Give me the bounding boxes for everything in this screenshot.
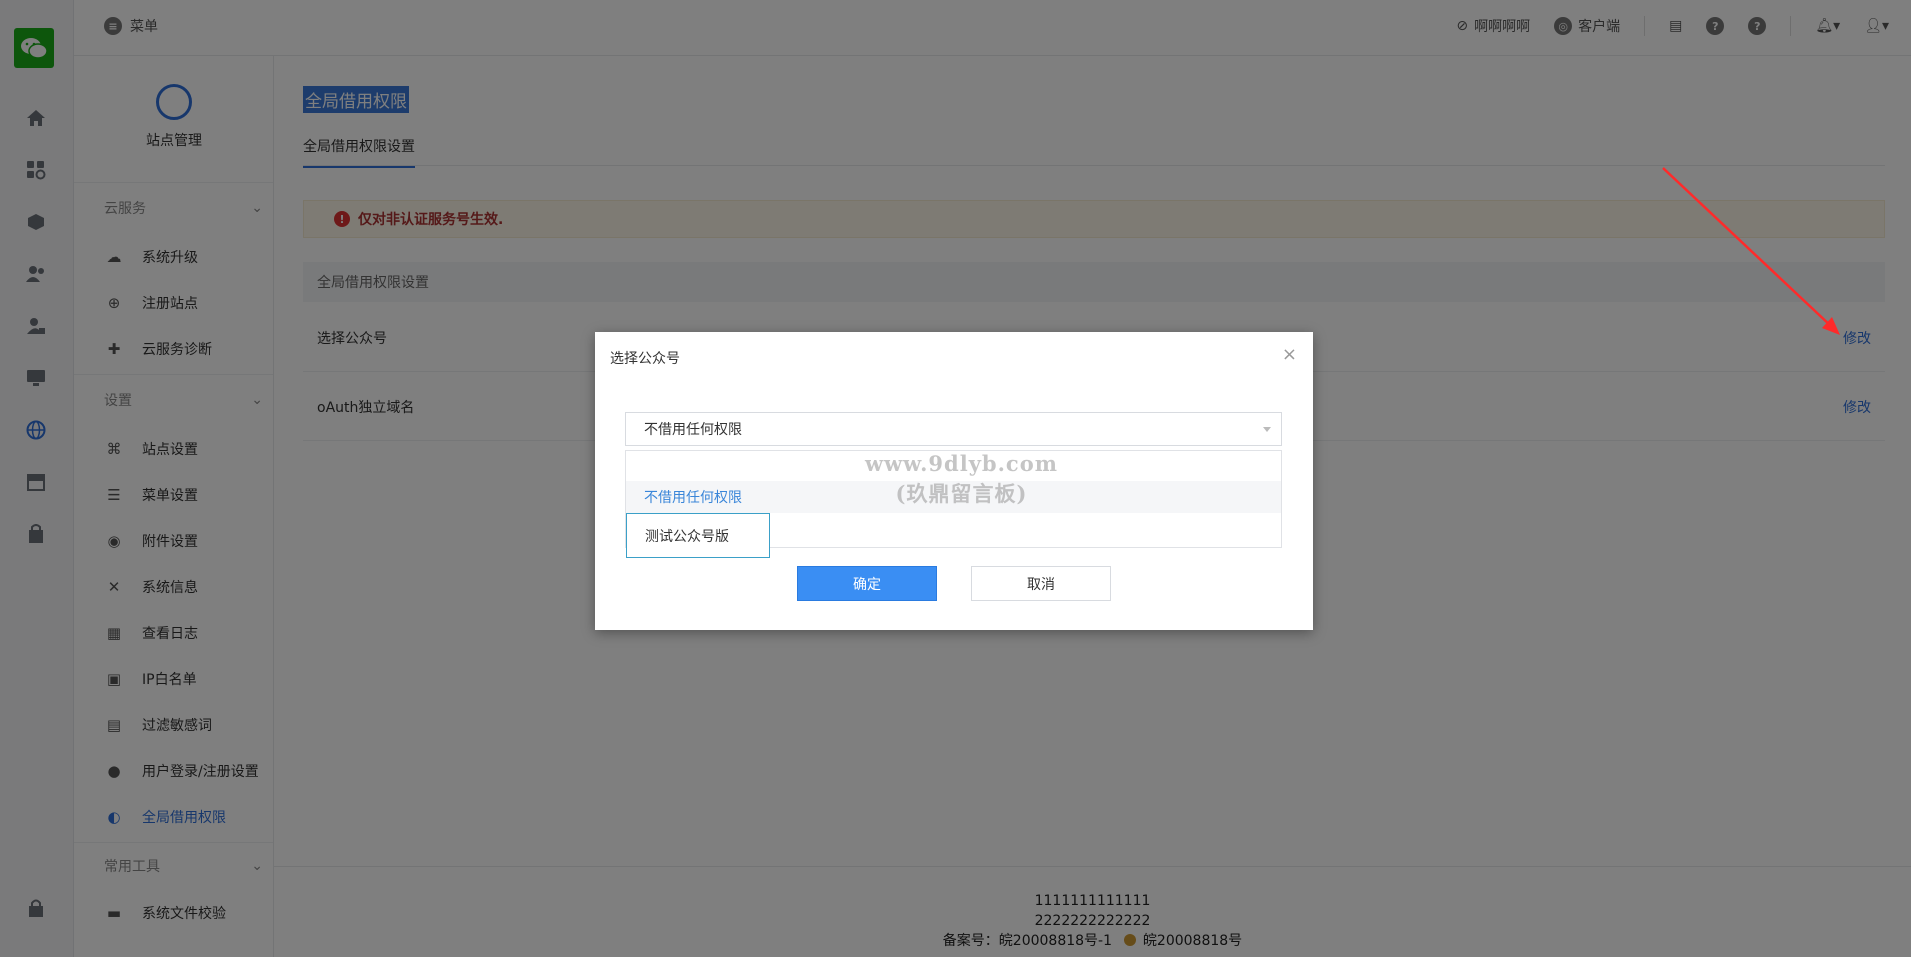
confirm-button[interactable]: 确定 bbox=[797, 566, 937, 601]
select-value: 不借用任何权限 bbox=[644, 422, 742, 438]
cancel-button[interactable]: 取消 bbox=[971, 566, 1111, 601]
account-dropdown: 不借用任何权限 测试公众号版 bbox=[625, 450, 1282, 558]
dialog-title: 选择公众号 bbox=[610, 351, 680, 367]
select-account-dialog: 选择公众号 × 不借用任何权限 不借用任何权限 测试公众号版 www.9dlyb… bbox=[595, 332, 1313, 630]
caret-down-icon bbox=[1263, 427, 1271, 432]
dropdown-option[interactable]: 不借用任何权限 bbox=[626, 481, 1281, 513]
dropdown-option[interactable]: 测试公众号版 bbox=[626, 513, 770, 558]
account-select[interactable]: 不借用任何权限 bbox=[625, 412, 1282, 446]
close-icon[interactable]: × bbox=[1282, 344, 1297, 365]
